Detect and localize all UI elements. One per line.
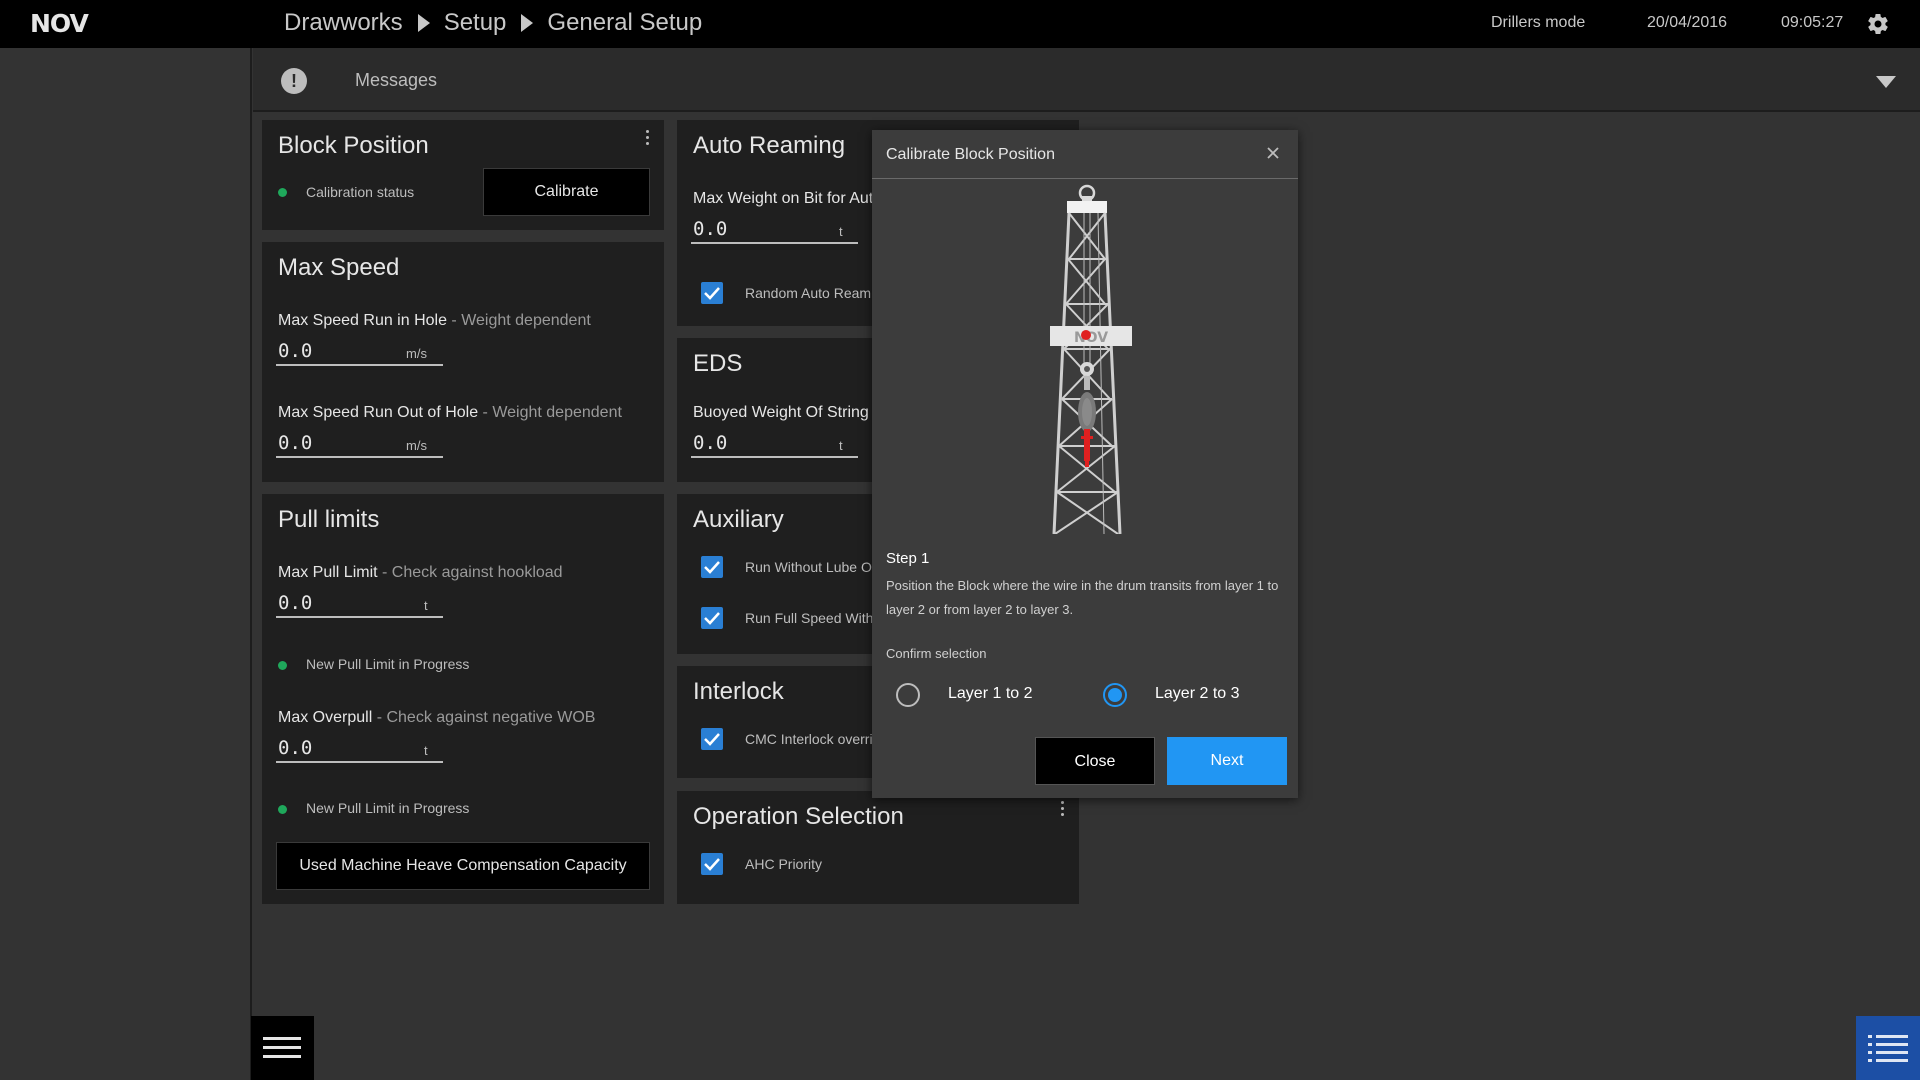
field-value: 0.0: [278, 592, 313, 614]
lube-oil-checkbox[interactable]: [701, 556, 723, 578]
cmc-interlock-checkbox[interactable]: [701, 728, 723, 750]
max-overpull-input[interactable]: 0.0 t: [276, 735, 443, 763]
block-position-panel: Block Position Calibration status Calibr…: [262, 120, 664, 230]
buoyed-weight-label: Buoyed Weight Of String I: [693, 404, 878, 421]
cmc-interlock-label: CMC Interlock overri: [745, 731, 873, 747]
ahc-priority-checkbox[interactable]: [701, 853, 723, 875]
ahc-priority-label: AHC Priority: [745, 856, 823, 872]
close-button[interactable]: Close: [1035, 737, 1155, 785]
chevron-right-icon: [417, 14, 430, 32]
chevron-down-icon[interactable]: [1876, 76, 1896, 88]
panel-title: Max Speed: [278, 254, 400, 281]
calibrate-dialog: Calibrate Block Position NOV Step 1 Posi…: [872, 130, 1298, 798]
list-icon: [1868, 1035, 1908, 1062]
step-title: Step 1: [886, 550, 930, 567]
rig-logo-text: NOV: [1074, 330, 1108, 346]
left-sidebar: [0, 48, 252, 1080]
field-unit: t: [839, 438, 843, 453]
gear-icon[interactable]: [1866, 12, 1890, 36]
status-dot: [278, 805, 287, 814]
field-unit: t: [424, 598, 428, 613]
layer-2-to-3-label[interactable]: Layer 2 to 3: [1155, 685, 1240, 703]
panel-title: Auto Reaming: [693, 132, 846, 159]
chevron-right-icon: [521, 14, 534, 32]
panel-title: Operation Selection: [693, 803, 904, 830]
pull-limits-panel: Pull limits Max Pull Limit - Check again…: [262, 494, 664, 904]
more-vert-icon[interactable]: [1061, 801, 1065, 817]
full-speed-label: Run Full Speed With: [745, 610, 874, 626]
heave-compensation-button[interactable]: Used Machine Heave Compensation Capacity: [276, 842, 650, 890]
messages-bar[interactable]: ! Messages: [253, 48, 1920, 112]
field-value: 0.0: [693, 432, 728, 454]
close-icon[interactable]: [1264, 144, 1282, 162]
dialog-header: Calibrate Block Position: [872, 130, 1298, 179]
nov-logo: NOV: [30, 10, 91, 36]
svg-text:NOV: NOV: [30, 10, 90, 36]
panel-title: EDS: [693, 350, 743, 377]
layer-2-to-3-radio[interactable]: [1103, 683, 1127, 707]
max-wob-input[interactable]: 0.0 t: [691, 216, 858, 244]
status-dot: [278, 188, 287, 197]
max-overpull-label: Max Overpull - Check against negative WO…: [278, 709, 596, 726]
confirm-selection-label: Confirm selection: [886, 646, 987, 661]
mode-indicator: Drillers mode: [1491, 14, 1586, 31]
random-reaming-label: Random Auto Reami: [745, 285, 875, 301]
breadcrumb-item-general-setup: General Setup: [547, 9, 703, 36]
menu-icon[interactable]: [251, 1016, 314, 1080]
layer-1-to-2-label[interactable]: Layer 1 to 2: [948, 685, 1033, 703]
list-view-button[interactable]: [1856, 1016, 1920, 1080]
field-value: 0.0: [693, 218, 728, 240]
panel-title: Block Position: [278, 132, 429, 159]
time-display: 09:05:27: [1781, 14, 1844, 31]
pull-limit-progress-label: New Pull Limit in Progress: [306, 800, 470, 816]
messages-label: Messages: [355, 70, 438, 90]
top-bar: NOV Drawworks Setup General Setup Drille…: [0, 0, 1920, 48]
random-reaming-checkbox[interactable]: [701, 282, 723, 304]
lube-oil-label: Run Without Lube Oi: [745, 559, 875, 575]
dialog-title: Calibrate Block Position: [886, 146, 1055, 163]
calibration-status-label: Calibration status: [306, 184, 415, 200]
field-value: 0.0: [278, 737, 313, 759]
full-speed-checkbox[interactable]: [701, 607, 723, 629]
run-in-hole-input[interactable]: 0.0 m/s: [276, 338, 443, 366]
run-out-of-hole-label: Max Speed Run Out of Hole - Weight depen…: [278, 404, 622, 421]
field-unit: m/s: [406, 346, 427, 361]
field-unit: t: [424, 743, 428, 758]
field-value: 0.0: [278, 340, 313, 362]
max-wob-label: Max Weight on Bit for Aut: [693, 190, 874, 207]
panel-title: Pull limits: [278, 506, 380, 533]
buoyed-weight-input[interactable]: 0.0 t: [691, 430, 858, 458]
max-pull-limit-label: Max Pull Limit - Check against hookload: [278, 564, 563, 581]
field-unit: m/s: [406, 438, 427, 453]
more-vert-icon[interactable]: [646, 130, 650, 146]
run-out-of-hole-input[interactable]: 0.0 m/s: [276, 430, 443, 458]
calibrate-button[interactable]: Calibrate: [483, 168, 650, 216]
layer-1-to-2-radio[interactable]: [896, 683, 920, 707]
breadcrumb: Drawworks Setup General Setup: [284, 8, 702, 38]
next-button[interactable]: Next: [1167, 737, 1287, 785]
field-unit: t: [839, 224, 843, 239]
date-display: 20/04/2016: [1647, 14, 1728, 31]
alert-icon: !: [281, 68, 307, 94]
operation-selection-panel: Operation Selection AHC Priority: [677, 791, 1079, 904]
max-pull-limit-input[interactable]: 0.0 t: [276, 590, 443, 618]
run-in-hole-label: Max Speed Run in Hole - Weight dependent: [278, 312, 591, 329]
field-value: 0.0: [278, 432, 313, 454]
derrick-illustration: NOV: [1050, 184, 1132, 534]
panel-title: Interlock: [693, 678, 784, 705]
breadcrumb-item-setup[interactable]: Setup: [444, 9, 507, 37]
status-dot: [278, 661, 287, 670]
pull-limit-progress-label: New Pull Limit in Progress: [306, 656, 470, 672]
max-speed-panel: Max Speed Max Speed Run in Hole - Weight…: [262, 242, 664, 482]
panel-title: Auxiliary: [693, 506, 784, 533]
breadcrumb-item-drawworks[interactable]: Drawworks: [284, 9, 403, 37]
step-description: Position the Block where the wire in the…: [886, 578, 1279, 617]
